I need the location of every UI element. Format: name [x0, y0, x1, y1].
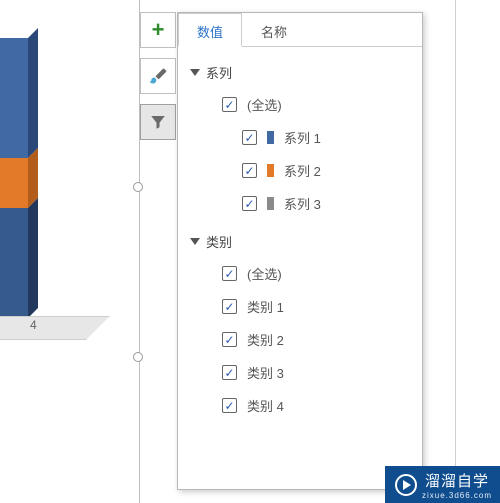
checkbox-icon[interactable]: ✓ [222, 332, 237, 347]
tab-names[interactable]: 名称 [242, 13, 306, 46]
chevron-down-icon [190, 69, 200, 76]
group-series-label: 系列 [206, 63, 232, 82]
add-element-button[interactable]: + [140, 12, 176, 48]
bar-series-2[interactable] [0, 158, 28, 208]
bar-series-3[interactable] [0, 208, 28, 318]
series-item-1[interactable]: ✓ 系列 1 [186, 121, 414, 154]
series-swatch [267, 164, 274, 177]
play-logo-icon [395, 474, 417, 496]
category-item-label: 类别 3 [247, 363, 284, 382]
styles-button[interactable] [140, 58, 176, 94]
filter-body: 系列 ✓ (全选) ✓ 系列 1 ✓ 系列 2 ✓ 系列 3 类别 ✓ (全选) [178, 47, 422, 491]
axis-category-label: 4 [30, 318, 37, 332]
checkbox-icon[interactable]: ✓ [222, 266, 237, 281]
series-item-label: 系列 1 [284, 128, 321, 147]
selection-handle[interactable] [133, 182, 143, 192]
category-item-label: 类别 4 [247, 396, 284, 415]
chart-filter-panel: 数值 名称 系列 ✓ (全选) ✓ 系列 1 ✓ 系列 2 ✓ 系列 3 [177, 12, 423, 490]
filter-button[interactable] [140, 104, 176, 140]
category-item-label: 类别 2 [247, 330, 284, 349]
category-item-3[interactable]: ✓ 类别 3 [186, 356, 414, 389]
series-item-label: 系列 2 [284, 161, 321, 180]
chart-fragment: 4 [0, 0, 140, 503]
checkbox-icon[interactable]: ✓ [222, 299, 237, 314]
series-select-all[interactable]: ✓ (全选) [186, 88, 414, 121]
checkbox-icon[interactable]: ✓ [242, 130, 257, 145]
funnel-icon [149, 113, 167, 131]
categories-select-all[interactable]: ✓ (全选) [186, 257, 414, 290]
selection-handle[interactable] [133, 352, 143, 362]
badge-text: 溜溜自学 [425, 470, 492, 491]
badge-subtext: zixue.3d66.com [422, 491, 492, 500]
checkbox-icon[interactable]: ✓ [242, 163, 257, 178]
checkbox-icon[interactable]: ✓ [222, 365, 237, 380]
checkbox-icon[interactable]: ✓ [222, 398, 237, 413]
chevron-down-icon [190, 238, 200, 245]
group-categories-label: 类别 [206, 232, 232, 251]
category-item-label: 类别 1 [247, 297, 284, 316]
series-swatch [267, 197, 274, 210]
category-item-1[interactable]: ✓ 类别 1 [186, 290, 414, 323]
checkbox-icon[interactable]: ✓ [242, 196, 257, 211]
site-badge: 溜溜自学 zixue.3d66.com [385, 466, 500, 503]
group-categories-header[interactable]: 类别 [186, 226, 414, 257]
checkbox-icon[interactable]: ✓ [222, 97, 237, 112]
series-item-3[interactable]: ✓ 系列 3 [186, 187, 414, 220]
select-all-label: (全选) [247, 95, 282, 114]
plus-icon: + [152, 19, 165, 41]
group-series-header[interactable]: 系列 [186, 57, 414, 88]
category-item-4[interactable]: ✓ 类别 4 [186, 389, 414, 422]
tab-values[interactable]: 数值 [178, 13, 242, 47]
brush-icon [148, 66, 168, 86]
select-all-label: (全选) [247, 264, 282, 283]
chart-format-buttons: + [140, 12, 176, 140]
series-item-2[interactable]: ✓ 系列 2 [186, 154, 414, 187]
series-item-label: 系列 3 [284, 194, 321, 213]
series-swatch [267, 131, 274, 144]
vertical-rule [455, 0, 500, 503]
bar-series-1[interactable] [0, 38, 28, 158]
panel-tabs: 数值 名称 [178, 13, 422, 47]
category-item-2[interactable]: ✓ 类别 2 [186, 323, 414, 356]
